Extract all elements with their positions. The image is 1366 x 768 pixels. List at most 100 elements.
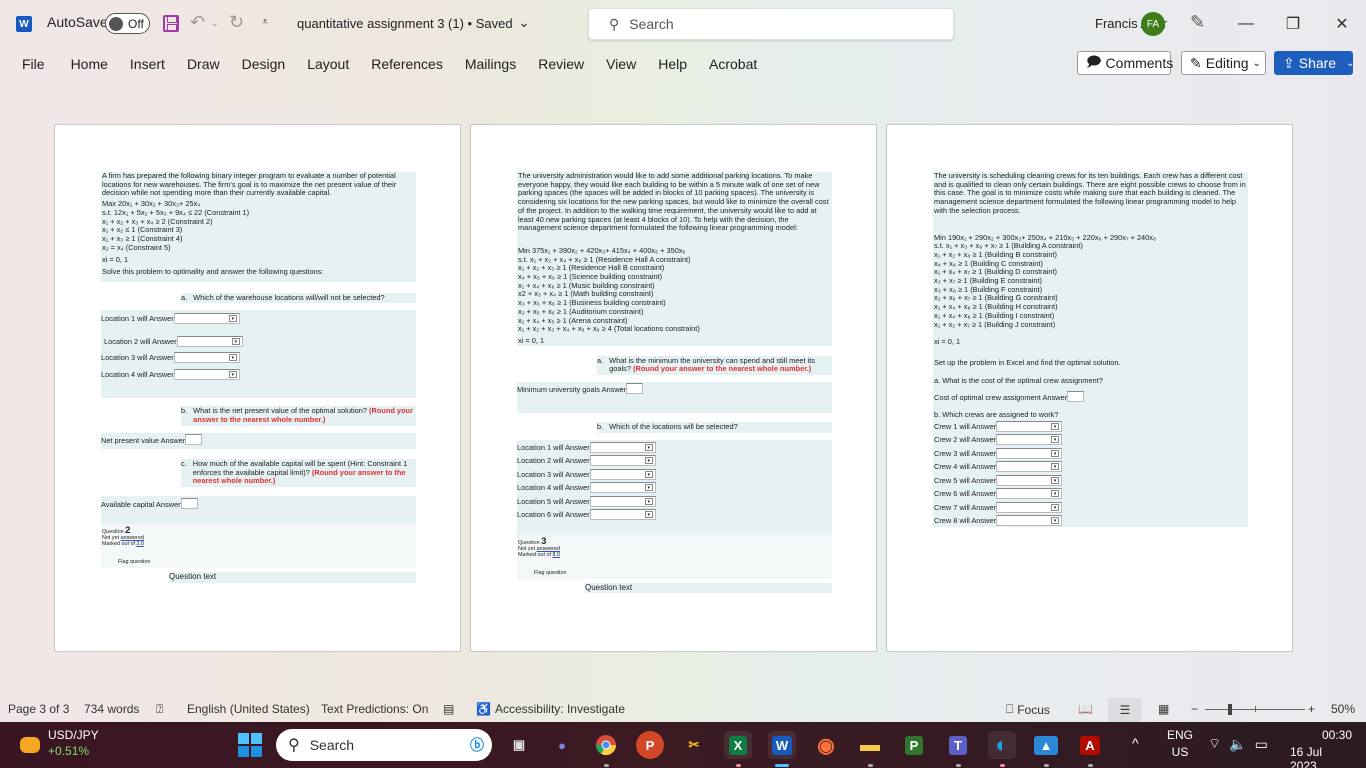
page-count[interactable]: Page 3 of 3 (8, 702, 69, 716)
autosave-toggle[interactable]: Off (105, 13, 150, 34)
project-icon[interactable]: P (900, 731, 928, 759)
dropdown-arrow-icon: ▾ (644, 443, 653, 451)
search-icon: ⚲ (288, 737, 300, 754)
currency-widget[interactable]: USD/JPY +0.51% (48, 728, 99, 758)
tab-insert[interactable]: Insert (119, 56, 176, 72)
clock[interactable]: 00:30 16 Jul 2023 (1290, 728, 1352, 768)
undo-dropdown-icon[interactable]: ⌄ (211, 18, 219, 29)
chevron-down-icon: ⌄ (1252, 57, 1261, 69)
location-6-select[interactable]: ▾ (589, 509, 656, 521)
tab-mailings[interactable]: Mailings (454, 56, 527, 72)
search-placeholder: Search (629, 16, 674, 32)
dropdown-arrow-icon: ▾ (1051, 449, 1060, 457)
meet-icon[interactable]: ● (548, 731, 576, 759)
show-hidden-icons-button[interactable]: ^ (1132, 735, 1139, 751)
search-input[interactable]: ⚲ Search (588, 8, 954, 40)
customize-qat-icon[interactable]: ⩡ (262, 16, 268, 29)
crew-3-select[interactable]: ▾ (996, 447, 1063, 459)
share-button[interactable]: ⇪ Share ⌄ (1274, 51, 1354, 75)
task-view-icon[interactable]: ▣ (505, 731, 533, 759)
proofing-icon[interactable]: ⍰ (156, 702, 163, 717)
word-icon[interactable]: W (768, 731, 796, 767)
excel-icon[interactable]: X (724, 731, 752, 767)
answer-label: Crew 2 will Answer (934, 435, 997, 445)
accessibility-status[interactable]: ♿ Accessibility: Investigate (476, 702, 625, 716)
tab-design[interactable]: Design (231, 56, 297, 72)
zoom-slider[interactable] (1205, 704, 1305, 715)
zoom-slider-thumb[interactable] (1228, 704, 1232, 715)
file-explorer-icon[interactable]: ▬ (856, 731, 884, 767)
crew-8-select[interactable]: ▾ (996, 515, 1063, 527)
optimal-cost-input[interactable] (1067, 391, 1085, 403)
editing-mode-button[interactable]: ✎ Editing ⌄ (1181, 51, 1266, 75)
chrome-icon[interactable] (592, 731, 620, 767)
save-icon[interactable] (163, 15, 179, 32)
system-tray[interactable]: ⌔ 🔈 ▭ (1208, 735, 1268, 753)
zoom-level[interactable]: 50% (1331, 702, 1355, 716)
web-layout-button[interactable]: ▦ (1158, 702, 1169, 716)
language[interactable]: English (United States) (187, 702, 310, 716)
minimum-cost-input[interactable] (626, 383, 644, 395)
crew-5-select[interactable]: ▾ (996, 474, 1063, 486)
acrobat-icon[interactable]: A (1076, 731, 1104, 767)
macro-recording-icon[interactable]: ▤ (443, 702, 454, 716)
close-button[interactable]: ✕ (1319, 10, 1365, 38)
tab-draw[interactable]: Draw (176, 56, 231, 72)
location-1-select[interactable]: ▾ (173, 313, 240, 325)
tab-acrobat[interactable]: Acrobat (698, 56, 768, 72)
net-present-value-input[interactable] (185, 433, 203, 445)
tab-home[interactable]: Home (60, 56, 119, 72)
location-2-select[interactable]: ▾ (176, 336, 243, 348)
crew-7-select[interactable]: ▾ (996, 501, 1063, 513)
zoom-out-button[interactable]: − (1191, 702, 1198, 716)
powerpoint-icon[interactable]: P (636, 731, 664, 759)
status-bar: Page 3 of 3 734 words ⍰ English (United … (0, 698, 1366, 722)
input-language[interactable]: ENG US (1167, 728, 1193, 759)
tab-view[interactable]: View (595, 56, 647, 72)
location-3-select[interactable]: ▾ (589, 468, 656, 480)
avatar[interactable]: FA (1141, 12, 1165, 36)
currency-widget-icon[interactable] (18, 733, 42, 757)
word-count[interactable]: 734 words (84, 702, 139, 716)
location-5-select[interactable]: ▾ (589, 495, 656, 507)
available-capital-input[interactable] (180, 497, 198, 509)
undo-icon[interactable]: ↶ (190, 12, 205, 33)
location-2-select[interactable]: ▾ (589, 455, 656, 467)
tab-review[interactable]: Review (527, 56, 595, 72)
restore-button[interactable]: ❐ (1270, 10, 1316, 38)
edge-icon[interactable]: ◐ (988, 731, 1016, 767)
focus-mode-button[interactable]: ⎕ Focus (1006, 702, 1050, 717)
document-title[interactable]: quantitative assignment 3 (1) • Saved ⌄ (297, 15, 529, 31)
teams-icon[interactable]: T (944, 731, 972, 767)
tab-file[interactable]: File (0, 56, 60, 72)
flag-question-link[interactable]: Flag question (534, 570, 831, 576)
start-button[interactable] (238, 733, 262, 757)
zoom-in-button[interactable]: + (1308, 702, 1315, 716)
taskbar-search[interactable]: ⚲ Search ⓑ (276, 729, 492, 761)
tab-layout[interactable]: Layout (296, 56, 360, 72)
designer-pen-icon[interactable]: ✎ (1190, 12, 1205, 33)
crew-4-select[interactable]: ▾ (996, 461, 1063, 473)
redo-icon[interactable]: ↻ (229, 12, 244, 33)
location-4-select[interactable]: ▾ (589, 482, 656, 494)
tab-help[interactable]: Help (647, 56, 698, 72)
photos-icon[interactable]: ▲ (1032, 731, 1060, 767)
snipping-tool-icon[interactable]: ✂ (680, 731, 708, 759)
flag-question-link[interactable]: Flag question (118, 559, 415, 565)
page-3-content: The university is scheduling cleaning cr… (933, 171, 1248, 528)
location-1-select[interactable]: ▾ (589, 441, 656, 453)
tab-references[interactable]: References (360, 56, 454, 72)
document-page-3: The university is scheduling cleaning cr… (886, 124, 1293, 652)
text-predictions[interactable]: Text Predictions: On (321, 702, 428, 716)
firefox-icon[interactable]: ◉ (812, 731, 840, 759)
crew-6-select[interactable]: ▾ (996, 488, 1063, 500)
crew-1-select[interactable]: ▾ (996, 420, 1063, 432)
print-layout-button[interactable]: ☰ (1108, 698, 1142, 722)
read-mode-button[interactable]: 📖 (1078, 702, 1093, 716)
crew-2-select[interactable]: ▾ (996, 434, 1063, 446)
location-4-select[interactable]: ▾ (173, 369, 240, 381)
minimize-button[interactable]: — (1223, 10, 1269, 38)
location-3-select[interactable]: ▾ (173, 352, 240, 364)
comments-button[interactable]: 🗩 Comments (1077, 51, 1173, 75)
answer-row: Location 5 will Answer ▾ (517, 495, 832, 511)
